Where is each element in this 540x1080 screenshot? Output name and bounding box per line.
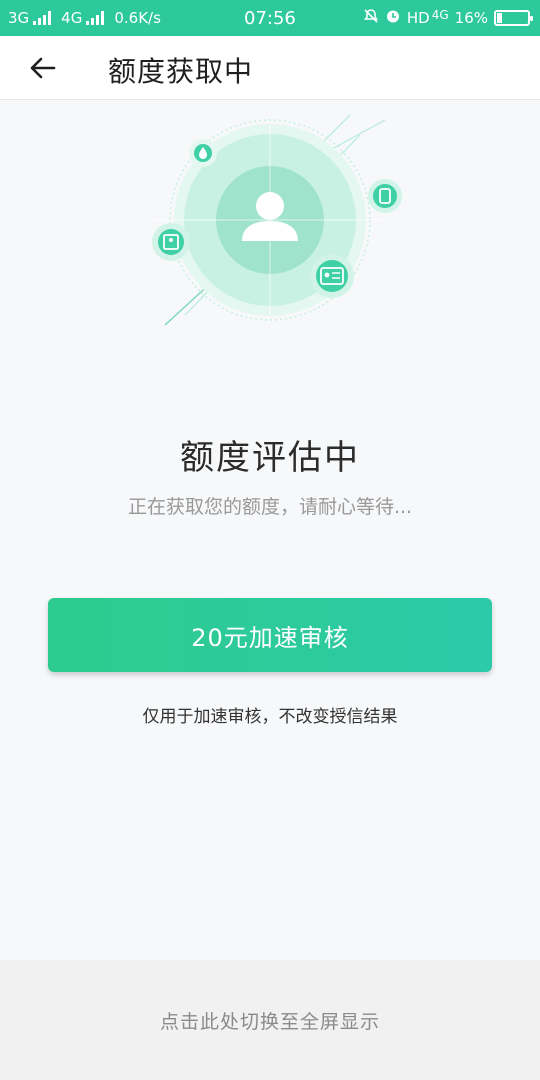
bell-muted-icon: [363, 8, 379, 28]
status-bar: 3G 4G 0.6K/s 07:56 HD 4G 16%: [0, 0, 540, 36]
status-right: HD 4G 16%: [363, 8, 533, 28]
status-subheading: 正在获取您的额度，请耐心等待...: [127, 496, 413, 518]
network-4g-label: 4G: [61, 9, 83, 27]
alarm-icon: [385, 8, 401, 28]
arrow-left-icon: [30, 57, 56, 79]
signal-icon: [33, 11, 52, 25]
back-button[interactable]: [22, 50, 62, 86]
accelerate-review-button[interactable]: 20元加速审核: [48, 598, 492, 672]
app-bar: 额度获取中: [0, 36, 540, 100]
fullscreen-toggle[interactable]: 点击此处切换至全屏显示: [0, 960, 540, 1080]
status-left: 3G 4G 0.6K/s: [8, 9, 161, 27]
hd-label: HD: [406, 9, 430, 27]
battery-percent: 16%: [454, 9, 488, 27]
network-speed: 0.6K/s: [114, 9, 161, 27]
volte-label: 4G: [431, 8, 449, 22]
network-3g-label: 3G: [8, 9, 30, 27]
status-heading: 额度评估中: [180, 438, 360, 478]
page-title: 额度获取中: [108, 55, 254, 88]
status-time: 07:56: [244, 8, 296, 29]
battery-icon: [494, 10, 533, 26]
signal-icon: [86, 11, 105, 25]
battery-level: [497, 13, 502, 23]
accelerate-note: 仅用于加速审核，不改变授信结果: [142, 707, 398, 727]
credit-evaluation-illustration: [130, 105, 420, 345]
